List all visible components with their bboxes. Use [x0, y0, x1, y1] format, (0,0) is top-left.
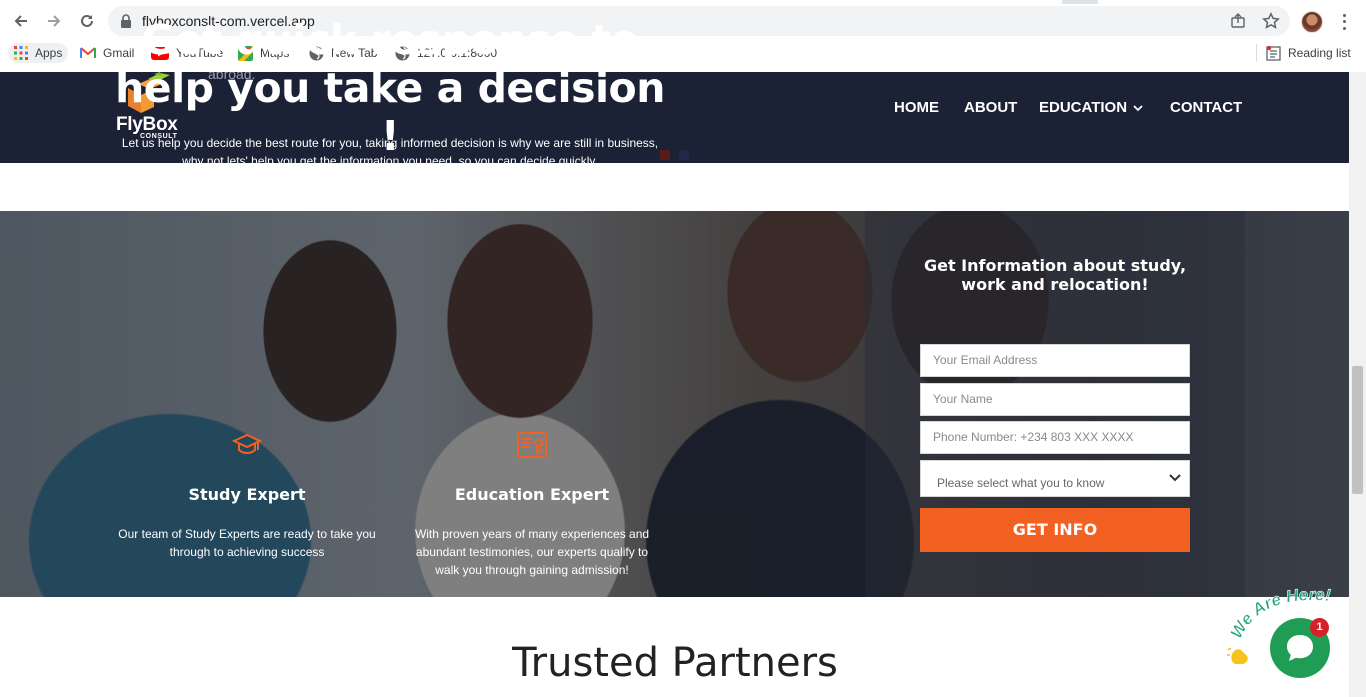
bookmark-star-icon[interactable] [1262, 12, 1280, 30]
reload-icon [81, 14, 93, 27]
reading-list-icon [1266, 45, 1281, 61]
trusted-partners-heading: Trusted Partners [512, 640, 838, 686]
form-title-line: Get Information about study, [923, 256, 1187, 275]
chevron-down-icon [1169, 474, 1181, 482]
chat-unread-badge: 1 [1310, 618, 1329, 637]
waving-hand-icon [1227, 647, 1248, 664]
chevron-down-icon [1133, 104, 1143, 111]
slider-dot[interactable] [679, 150, 689, 160]
feature-text-line: Our team of Study Experts are ready to t… [118, 527, 376, 541]
feature-text-study-expert: Our team of Study Experts are ready to t… [107, 525, 387, 561]
bookmark-label: Apps [35, 46, 63, 60]
get-info-button[interactable]: GET INFO [920, 508, 1190, 552]
nav-contact[interactable]: CONTACT [1170, 99, 1242, 116]
hero-subtitle: Let us help you decide the best route fo… [110, 134, 670, 170]
nav-education-label: EDUCATION [1039, 99, 1128, 116]
gmail-icon [80, 47, 96, 58]
feature-title-education-expert: Education Expert [454, 485, 610, 504]
feature-text-line: With proven years of many experiences an… [414, 527, 650, 541]
browser-menu-button[interactable] [1336, 12, 1352, 32]
hero-subtitle-line: Let us help you decide the best route fo… [121, 136, 659, 150]
feature-text-line: abundant testimonies, our experts qualif… [415, 545, 649, 559]
certificate-icon [517, 432, 547, 458]
forward-button[interactable] [42, 9, 66, 33]
forward-arrow-icon [48, 15, 61, 27]
hero-subtitle-line: why not lets' help you get the informati… [182, 154, 598, 168]
reading-list-button[interactable]: Reading list [1266, 43, 1351, 63]
reading-list-label: Reading list [1288, 46, 1351, 60]
chat-widget[interactable]: We Are Here! 1 [1222, 584, 1352, 694]
form-title: Get Information about study, work and re… [920, 256, 1190, 294]
inquiry-select-value: Please select what you to know [937, 476, 1105, 490]
nav-about[interactable]: ABOUT [964, 99, 1017, 116]
bookmark-apps[interactable]: Apps [8, 43, 69, 63]
email-field[interactable]: Your Email Address [920, 344, 1190, 377]
nav-education[interactable]: EDUCATION [1039, 99, 1143, 116]
feature-text-education-expert: With proven years of many experiences an… [392, 525, 672, 579]
phone-field[interactable]: Phone Number: +234 803 XXX XXXX [920, 421, 1190, 454]
profile-avatar[interactable] [1301, 11, 1323, 33]
hero-title-line: Get quick response to [141, 16, 639, 64]
bookmarks-separator [1256, 44, 1257, 62]
scrollbar-thumb[interactable] [1352, 366, 1363, 494]
reload-button[interactable] [75, 9, 99, 33]
feature-title-study-expert: Study Expert [188, 485, 306, 504]
graduation-cap-icon [232, 433, 262, 454]
apps-grid-icon [14, 46, 28, 60]
name-field[interactable]: Your Name [920, 383, 1190, 416]
back-arrow-icon [14, 15, 27, 27]
form-title-line: work and relocation! [961, 275, 1149, 294]
feature-text-line: through to achieving success [169, 545, 325, 559]
feature-text-line: walk you through gaining admission! [435, 563, 629, 577]
nav-home[interactable]: HOME [894, 99, 939, 116]
chat-bubble-icon [1287, 635, 1313, 661]
back-button[interactable] [9, 9, 33, 33]
share-icon[interactable] [1230, 13, 1246, 29]
inquiry-select[interactable]: Please select what you to know [920, 460, 1190, 497]
